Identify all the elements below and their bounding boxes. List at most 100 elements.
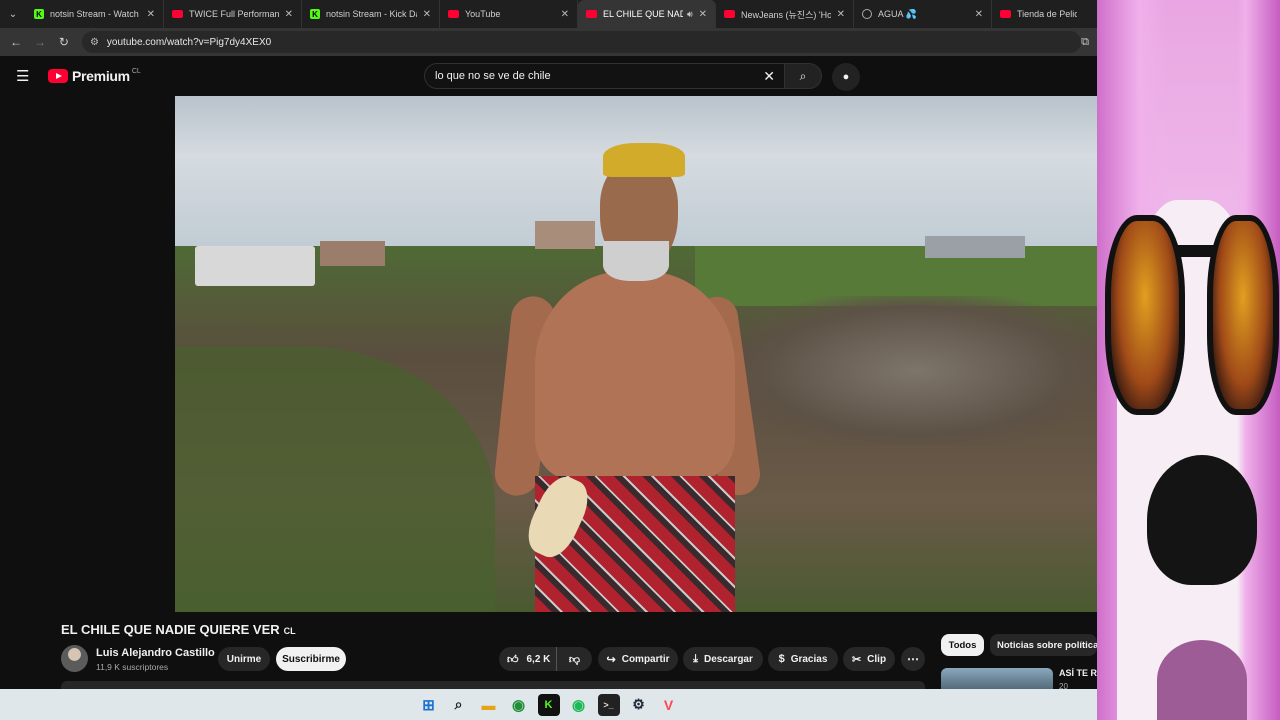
tab-tienda[interactable]: Tienda de Peliculas - Yo — [992, 0, 1085, 28]
video-title: EL CHILE QUE NADIE QUIERE VER CL — [61, 622, 296, 637]
screen: ⌄ K notsin Stream - Watch Li ✕ TWICE Ful… — [0, 0, 1280, 720]
person-headband — [603, 143, 685, 177]
country-flag: CL — [283, 626, 296, 636]
back-arrow-icon[interactable]: ← — [4, 35, 28, 49]
download-button[interactable]: ⤓ Descargar — [683, 647, 763, 671]
tab-twice[interactable]: TWICE Full Performance - ✕ — [164, 0, 302, 28]
video-debris — [735, 296, 1095, 446]
chip-politics-news[interactable]: Noticias sobre política — [990, 634, 1097, 656]
close-icon[interactable]: ✕ — [837, 9, 845, 20]
close-icon[interactable]: ✕ — [975, 9, 983, 20]
search-query: lo que no se ve de chile — [435, 70, 551, 82]
thumbs-up-icon: 👍︎ — [507, 653, 519, 666]
close-icon[interactable]: ✕ — [285, 9, 293, 20]
video-person — [492, 111, 763, 612]
search-button[interactable]: ⌕ — [784, 63, 822, 89]
channel-name[interactable]: Luis Alejandro Castillo — [96, 647, 215, 659]
tab-title: notsin Stream - Watch Li — [50, 9, 141, 19]
address-bar[interactable]: ⚙ youtube.com/watch?v=Pig7dy4XEX0 — [81, 31, 1082, 53]
youtube-icon — [724, 10, 735, 18]
chip-all[interactable]: Todos — [941, 634, 984, 656]
terminal-icon[interactable]: >_ — [597, 693, 620, 716]
sunglasses-icon — [1097, 195, 1280, 425]
thanks-label: Gracias — [790, 653, 828, 665]
person-beard — [603, 241, 669, 281]
tab-title: YouTube — [465, 9, 501, 19]
like-dislike-group: 👍︎ 6,2 K 👎︎ — [499, 647, 592, 671]
streamer-avatar-overlay — [1097, 0, 1280, 720]
mustache-icon — [1147, 455, 1257, 585]
chrome-icon[interactable]: ◉ — [508, 694, 530, 716]
video-truck — [195, 246, 315, 286]
close-icon[interactable]: ✕ — [423, 9, 431, 20]
tab-el-chile[interactable]: EL CHILE QUE NADIE 🔊︎ ✕ — [578, 0, 716, 28]
share-icon: ↪ — [606, 653, 616, 666]
youtube-header: ☰ Premium CL lo que no se ve de chile ✕ … — [0, 56, 1097, 96]
browser-toolbar: ← → ↻ ⚙ youtube.com/watch?v=Pig7dy4XEX0 … — [0, 28, 1097, 56]
lens-right — [1207, 215, 1279, 415]
site-info-icon[interactable]: ⚙ — [90, 37, 99, 48]
cast-icon[interactable]: ⧉ — [1081, 36, 1089, 49]
subscribe-button[interactable]: Suscribirme — [276, 647, 346, 671]
video-title-text: EL CHILE QUE NADIE QUIERE VER — [61, 622, 280, 637]
like-button[interactable]: 👍︎ 6,2 K — [499, 647, 557, 671]
tab-title: Tienda de Peliculas - Yo — [1017, 9, 1077, 19]
download-label: Descargar — [703, 653, 753, 665]
menu-icon[interactable]: ☰ — [16, 67, 32, 85]
share-button[interactable]: ↪ Compartir — [598, 647, 678, 671]
file-explorer-icon[interactable]: ▬ — [478, 694, 500, 716]
super-thanks-icon: $ — [778, 653, 785, 665]
join-button[interactable]: Unirme — [218, 647, 270, 671]
tab-notsin-watch[interactable]: K notsin Stream - Watch Li ✕ — [26, 0, 164, 28]
voice-search-button[interactable]: ● — [832, 63, 860, 91]
microphone-icon: ● — [842, 71, 850, 83]
search-icon[interactable]: ⌕ — [448, 694, 470, 716]
speaker-icon[interactable]: 🔊︎ — [687, 9, 693, 20]
tab-search-icon[interactable]: ⌄ — [0, 0, 26, 28]
kick-icon: K — [34, 9, 44, 19]
clip-label: Clip — [867, 653, 887, 665]
youtube-play-icon — [48, 69, 68, 83]
tab-title: TWICE Full Performance - — [189, 9, 279, 19]
kick-icon[interactable]: K — [537, 693, 560, 716]
valorant-icon[interactable]: V — [658, 694, 680, 716]
clear-icon[interactable]: ✕ — [763, 68, 775, 85]
youtube-logo[interactable]: Premium CL — [48, 68, 141, 84]
windows-start-icon[interactable]: ⊞ — [418, 694, 440, 716]
tab-youtube[interactable]: YouTube ✕ — [440, 0, 578, 28]
close-icon[interactable]: ✕ — [147, 9, 155, 20]
youtube-icon — [172, 10, 183, 18]
video-building — [320, 241, 385, 266]
video-player[interactable] — [175, 96, 1097, 612]
os-taskbar: ⊞ ⌕ ▬ ◉ K ◉ >_ ⚙ V — [0, 689, 1097, 720]
reload-icon[interactable]: ↻ — [52, 35, 76, 49]
thanks-button[interactable]: $ Gracias — [768, 647, 838, 671]
close-icon[interactable]: ✕ — [699, 9, 707, 20]
avatar-mouth — [1157, 640, 1247, 720]
description-box[interactable] — [61, 681, 925, 689]
tab-agua[interactable]: AGUA 💦 ✕ — [854, 0, 992, 28]
spotify-icon[interactable]: ◉ — [568, 694, 590, 716]
forward-arrow-icon[interactable]: → — [28, 35, 52, 49]
kick-icon: K — [310, 9, 320, 19]
dislike-button[interactable]: 👎︎ — [557, 653, 592, 666]
lens-left — [1105, 215, 1185, 415]
clip-button[interactable]: ✂ Clip — [843, 647, 895, 671]
steam-icon[interactable]: ⚙ — [628, 694, 650, 716]
tab-newjeans[interactable]: NewJeans (뉴진스) 'How ✕ — [716, 0, 854, 28]
video-building — [925, 236, 1025, 258]
channel-avatar[interactable] — [61, 645, 88, 672]
youtube-icon — [586, 10, 597, 18]
search-input[interactable]: lo que no se ve de chile ✕ — [424, 63, 786, 89]
tab-notsin-kick[interactable]: K notsin Stream - Kick Dash ✕ — [302, 0, 440, 28]
globe-icon — [862, 9, 872, 19]
logo-country: CL — [131, 67, 141, 75]
share-label: Compartir — [621, 653, 670, 665]
subscriber-count: 11,9 K suscriptores — [96, 662, 169, 672]
person-torso — [535, 271, 735, 481]
recommended-title[interactable]: ASÍ TE RO — [1059, 668, 1097, 678]
more-actions-button[interactable]: ⋯ — [901, 647, 925, 671]
close-icon[interactable]: ✕ — [561, 9, 569, 20]
logo-text: Premium — [72, 68, 130, 84]
tab-title: AGUA 💦 — [878, 8, 917, 19]
